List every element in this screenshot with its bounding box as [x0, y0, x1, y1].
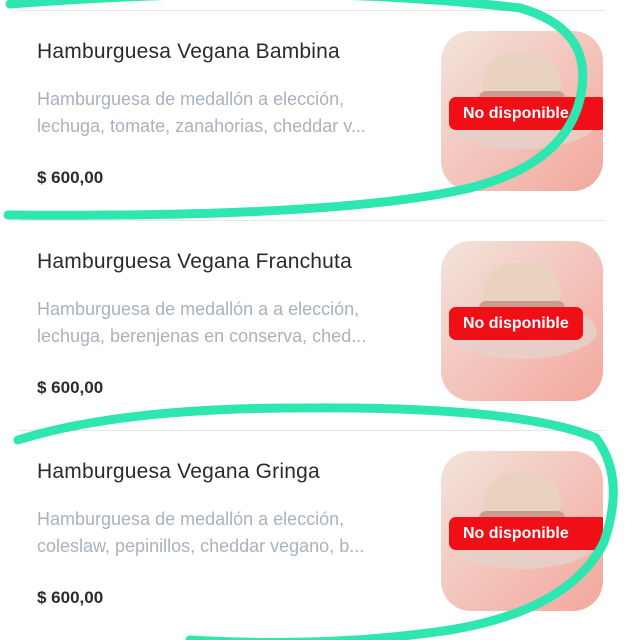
product-image: No disponible [441, 241, 603, 401]
product-price: $ 600,00 [37, 588, 104, 607]
product-item-bambina[interactable]: Hamburguesa Vegana Bambina Hamburguesa d… [0, 0, 640, 210]
unavailable-badge: No disponible [449, 307, 583, 340]
product-title: Hamburguesa Vegana Bambina [37, 40, 340, 63]
unavailable-badge: No disponible [449, 517, 603, 550]
product-description: Hamburguesa de medallón a elección, cole… [37, 509, 365, 556]
unavailable-badge: No disponible [449, 97, 603, 130]
product-description: Hamburguesa de medallón a elección, lech… [37, 89, 366, 136]
product-description: Hamburguesa de medallón a a elección, le… [37, 299, 367, 346]
product-price: $ 600,00 [37, 168, 104, 187]
product-item-gringa[interactable]: Hamburguesa Vegana Gringa Hamburguesa de… [0, 420, 640, 630]
product-title: Hamburguesa Vegana Gringa [37, 460, 320, 483]
product-image: No disponible [441, 31, 603, 191]
product-item-franchuta[interactable]: Hamburguesa Vegana Franchuta Hamburguesa… [0, 210, 640, 420]
product-title: Hamburguesa Vegana Franchuta [37, 250, 352, 273]
product-price: $ 600,00 [37, 378, 104, 397]
product-image: No disponible [441, 451, 603, 611]
